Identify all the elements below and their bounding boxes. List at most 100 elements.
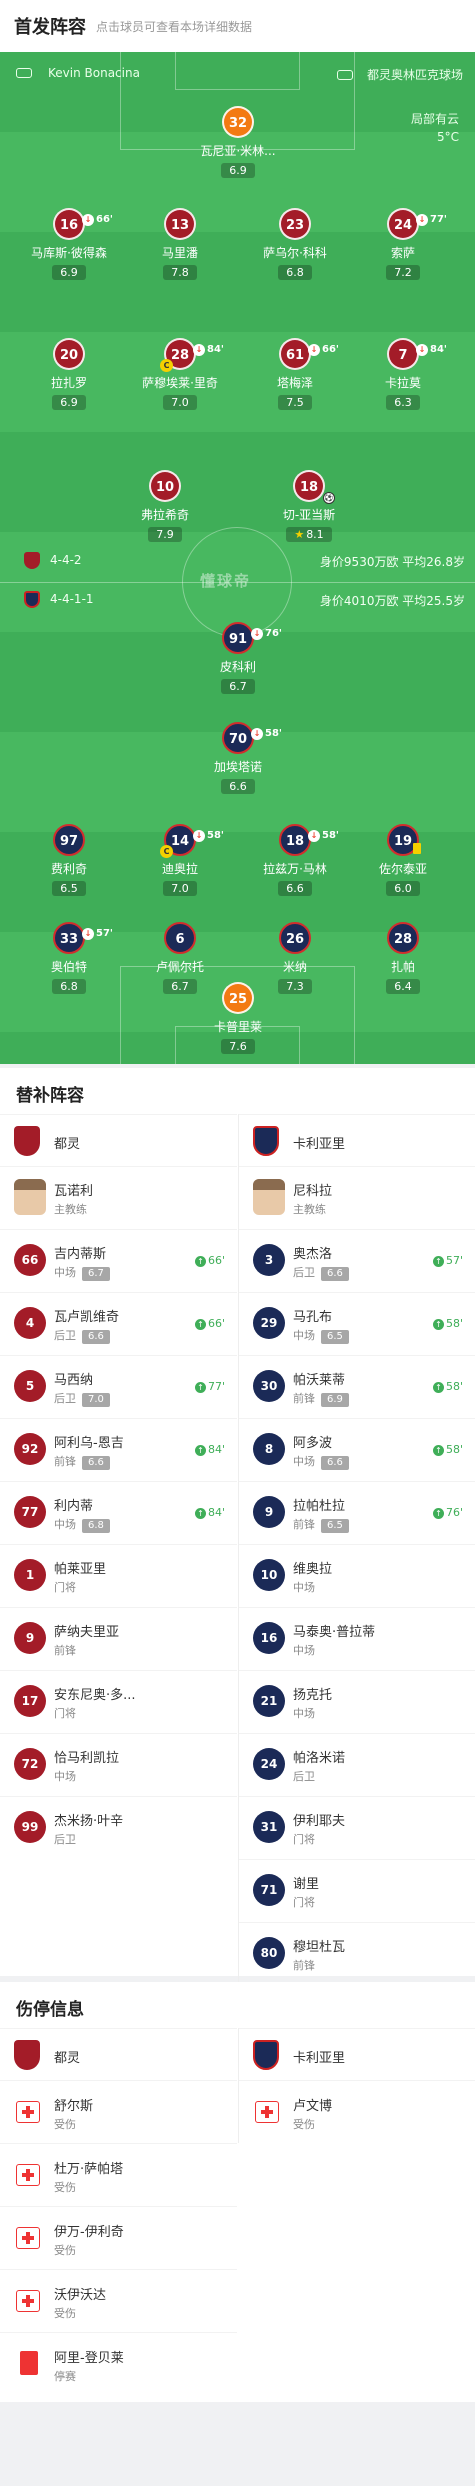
pitch-player[interactable]: 28 ↓ 84' C 萨穆埃莱·里奇 7.0: [135, 338, 225, 410]
sub-on-arrow-icon: ↑: [432, 1319, 444, 1330]
minute: 66': [207, 1317, 225, 1330]
sub-player-row[interactable]: 77 利内蒂 中场 6.8 ↑ 84': [0, 1481, 237, 1544]
position-label: 中场: [293, 1329, 315, 1342]
player-rating: 7.2: [386, 265, 420, 280]
player-rating: 6.6: [278, 881, 312, 896]
sub-player-row[interactable]: 29 马孔布 中场 6.5 ↑ 58': [239, 1292, 475, 1355]
sub-player-row[interactable]: 16 马泰奥·普拉蒂 中场: [239, 1607, 475, 1670]
pitch-player[interactable]: 97 费利奇 6.5: [24, 824, 114, 896]
absence-row[interactable]: 阿里-登贝莱 停赛: [0, 2332, 237, 2395]
player-position: 后卫 6.6: [54, 1327, 110, 1344]
pitch-player[interactable]: 24 ↓ 77' 索萨 7.2: [358, 208, 448, 280]
sub-player-row[interactable]: 9 萨纳夫里亚 前锋: [0, 1607, 237, 1670]
pitch-player[interactable]: 13 马里潘 7.8: [135, 208, 225, 280]
minute: 58': [445, 1380, 463, 1393]
sub-player-row[interactable]: 24 帕洛米诺 后卫: [239, 1733, 475, 1796]
pitch-player[interactable]: 19 佐尔泰亚 6.0: [358, 824, 448, 896]
pitch-player[interactable]: 14 ↓ 58' C 迪奥拉 7.0: [135, 824, 225, 896]
player-name: 皮科利: [219, 660, 256, 674]
temperature: 5°C: [436, 130, 459, 144]
sub-on-arrow-icon: ↑: [194, 1256, 206, 1267]
sub-player-row[interactable]: 30 帕沃莱蒂 前锋 6.9 ↑ 58': [239, 1355, 475, 1418]
player-rating: 6.8: [52, 979, 86, 994]
sub-player-row[interactable]: 9 拉帕杜拉 前锋 6.5 ↑ 76': [239, 1481, 475, 1544]
sub-player-row[interactable]: 80 穆坦杜瓦 前锋: [239, 1922, 475, 1985]
pitch-player[interactable]: 91 ↓ 76' 皮科利 6.7: [193, 622, 283, 694]
player-name: 佐尔泰亚: [378, 862, 427, 876]
sub-player-row[interactable]: 31 伊利耶夫 门将: [239, 1796, 475, 1859]
player-number: 20: [53, 338, 85, 370]
absence-row[interactable]: 伊万-伊利奇 受伤: [0, 2206, 237, 2269]
pitch-player[interactable]: 70 ↓ 58' 加埃塔诺 6.6: [193, 722, 283, 794]
player-name: 扬克托: [293, 1688, 333, 1703]
absence-row[interactable]: 舒尔斯 受伤: [0, 2080, 237, 2143]
player-position: 门将: [54, 1705, 76, 1721]
player-position: 中场 6.6: [293, 1453, 349, 1470]
pitch-player[interactable]: 18 ⚽ 切-亚当斯 ★ 8.1: [264, 470, 354, 542]
position-label: 中场: [293, 1707, 315, 1720]
player-number: 99: [14, 1811, 46, 1843]
player-name: 马孔布: [293, 1310, 333, 1325]
absence-status: 受伤: [54, 2244, 76, 2257]
position-label: 门将: [293, 1896, 315, 1909]
sub-player-row[interactable]: 4 瓦卢凯维奇 后卫 6.6 ↑ 66': [0, 1292, 237, 1355]
absence-row[interactable]: 杜万·萨帕塔 受伤: [0, 2143, 237, 2206]
pitch-player[interactable]: 16 ↓ 66' 马库斯·彼得森 6.9: [24, 208, 114, 280]
sub-player-row[interactable]: 1 帕莱亚里 门将: [0, 1544, 237, 1607]
coach-name: 尼科拉: [293, 1184, 333, 1199]
position-label: 中场: [54, 1770, 76, 1783]
player-position: 门将: [293, 1831, 315, 1847]
player-name: 瓦尼亚·米林...: [200, 144, 276, 158]
player-name: 维奥拉: [293, 1562, 333, 1577]
pitch-player[interactable]: 23 萨乌尔·科科 6.8: [250, 208, 340, 280]
player-name: 马西纳: [54, 1373, 94, 1388]
position-label: 后卫: [54, 1392, 76, 1405]
player-position: 前锋 6.9: [293, 1390, 349, 1407]
sub-player-row[interactable]: 10 维奥拉 中场: [239, 1544, 475, 1607]
pitch-player[interactable]: 28 扎帕 6.4: [358, 922, 448, 994]
sub-player-row[interactable]: 8 阿多波 中场 6.6 ↑ 58': [239, 1418, 475, 1481]
sub-player-row[interactable]: 71 谢里 门将: [239, 1859, 475, 1922]
pitch-player[interactable]: 33 ↓ 57' 奥伯特 6.8: [24, 922, 114, 994]
coach-row[interactable]: 瓦诺利 主教练: [0, 1166, 237, 1229]
pitch-player[interactable]: 10 弗拉希奇 7.9: [120, 470, 210, 542]
sub-player-row[interactable]: 66 吉内蒂斯 中场 6.7 ↑ 66': [0, 1229, 237, 1292]
player-name: 杰米扬·叶辛: [54, 1814, 124, 1829]
minute: 77': [207, 1380, 225, 1393]
pitch-player[interactable]: 20 拉扎罗 6.9: [24, 338, 114, 410]
sub-player-row[interactable]: 92 阿利乌-恩吉 前锋 6.6 ↑ 84': [0, 1418, 237, 1481]
away-injuries-column: 卡利亚里 卢文博 受伤: [238, 2028, 475, 2143]
absence-status: 受伤: [54, 2181, 76, 2194]
player-rating: 8.1: [306, 528, 324, 541]
coach-row[interactable]: 尼科拉 主教练: [239, 1166, 475, 1229]
player-name: 阿多波: [293, 1436, 333, 1451]
player-number: 24: [253, 1748, 285, 1780]
lineup-hint: 点击球员可查看本场详细数据: [96, 19, 253, 34]
pitch-player[interactable]: 25 卡普里莱 7.6: [193, 982, 283, 1054]
pitch-player[interactable]: 32 瓦尼亚·米林... 6.9: [193, 106, 283, 178]
lineup-header: 首发阵容 点击球员可查看本场详细数据: [0, 0, 475, 52]
pitch-player[interactable]: 7 ↓ 84' 卡拉莫 6.3: [358, 338, 448, 410]
player-name: 拉帕杜拉: [293, 1499, 346, 1514]
player-rating: 6.6: [321, 1456, 349, 1470]
absence-row[interactable]: 卢文博 受伤: [239, 2080, 475, 2143]
player-name: 吉内蒂斯: [54, 1247, 107, 1262]
absence-row[interactable]: 沃伊沃达 受伤: [0, 2269, 237, 2332]
sub-player-row[interactable]: 72 恰马利凯拉 中场: [0, 1733, 237, 1796]
player-number: 92: [14, 1433, 46, 1465]
player-position: 中场 6.5: [293, 1327, 349, 1344]
player-name: 帕莱亚里: [54, 1562, 107, 1577]
minute: 76': [445, 1506, 463, 1519]
sub-player-row[interactable]: 3 奥杰洛 后卫 6.6 ↑ 57': [239, 1229, 475, 1292]
home-team-row: 都灵: [0, 2028, 237, 2080]
player-number: 29: [253, 1307, 285, 1339]
sub-player-row[interactable]: 17 安东尼奥·多... 门将: [0, 1670, 237, 1733]
home-formation: 4-4-2: [50, 553, 82, 567]
player-number: 13: [164, 208, 196, 240]
player-name: 卡拉莫: [384, 376, 421, 390]
sub-player-row[interactable]: 21 扬克托 中场: [239, 1670, 475, 1733]
sub-player-row[interactable]: 5 马西纳 后卫 7.0 ↑ 77': [0, 1355, 237, 1418]
pitch-player[interactable]: 18 ↓ 58' 拉兹万·马林 6.6: [250, 824, 340, 896]
sub-player-row[interactable]: 99 杰米扬·叶辛 后卫: [0, 1796, 237, 1859]
pitch-player[interactable]: 61 ↓ 66' 塔梅泽 7.5: [250, 338, 340, 410]
